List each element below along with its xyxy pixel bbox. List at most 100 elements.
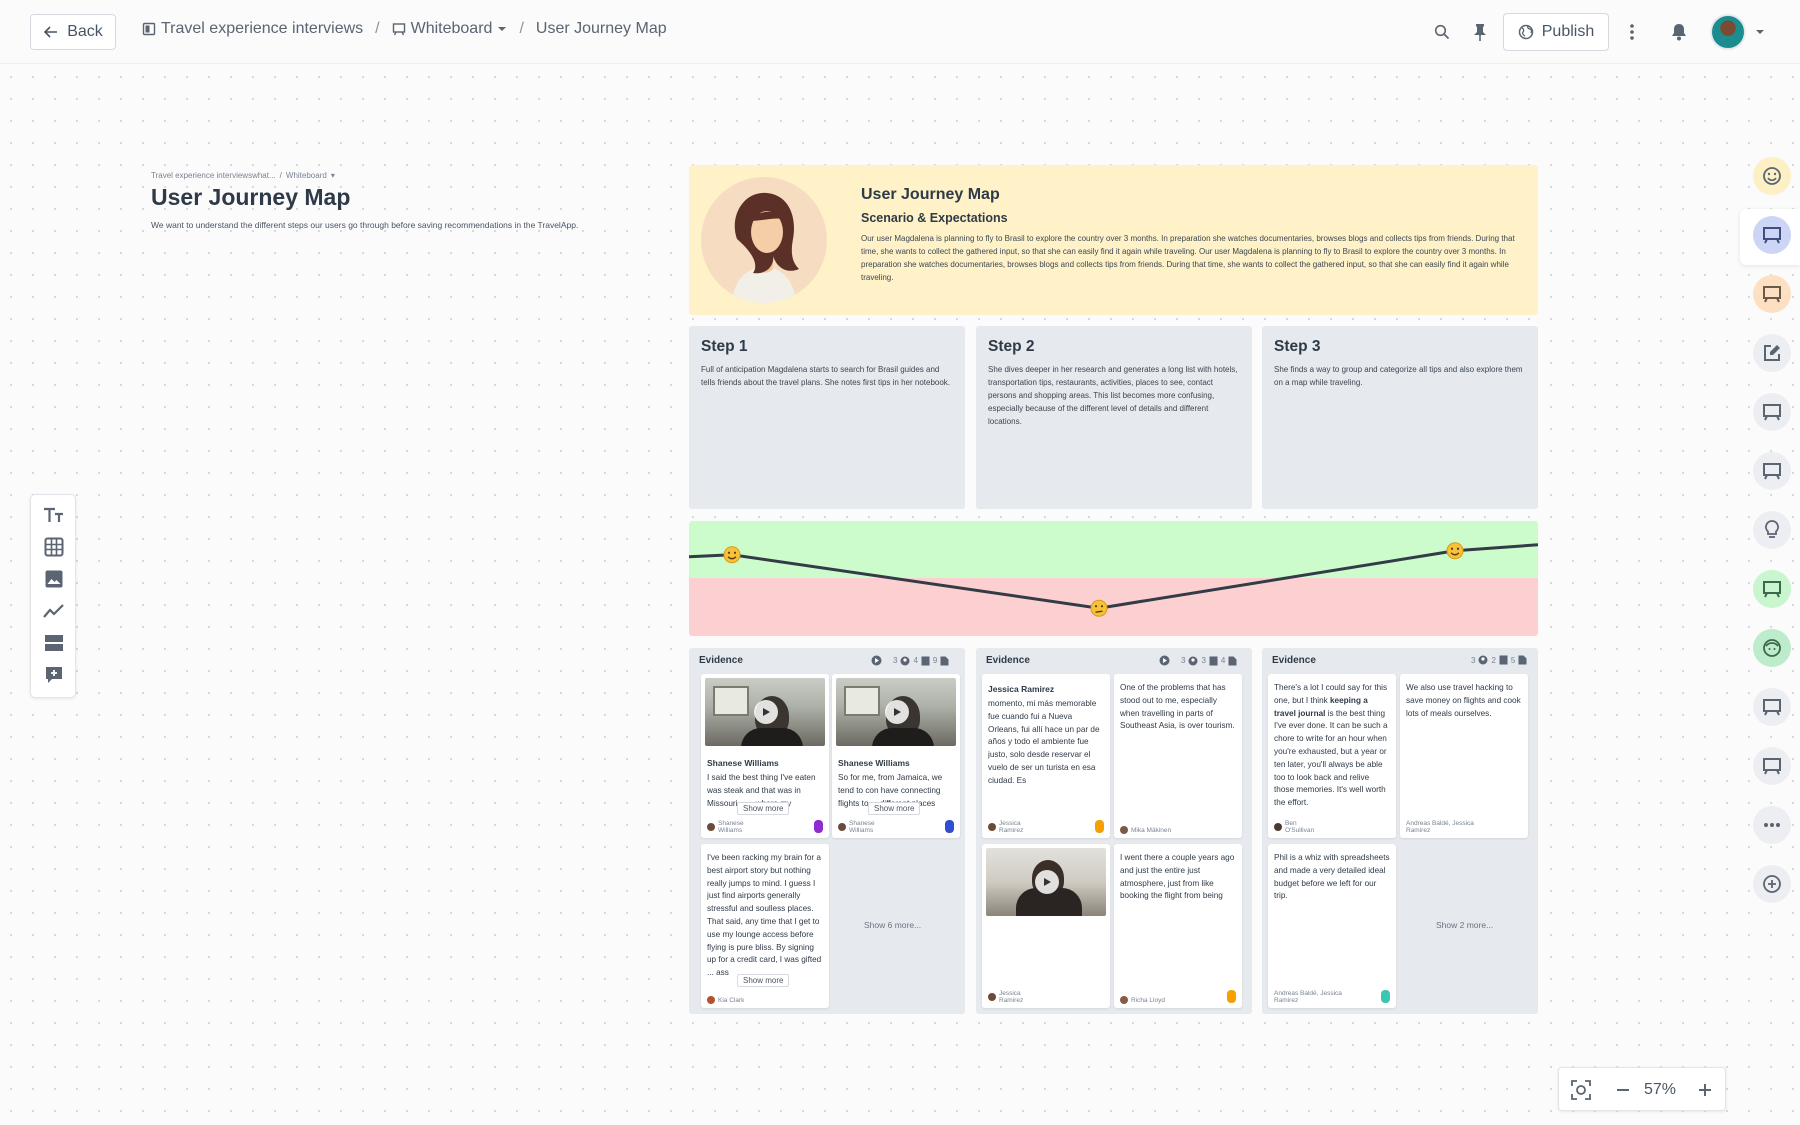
card-footer: Richa Lloyd	[1120, 996, 1165, 1004]
rail-whiteboard-button[interactable]	[1753, 452, 1791, 490]
rail-whiteboard-button[interactable]	[1753, 688, 1791, 726]
canvas-breadcrumb-whiteboard[interactable]: Whiteboard	[286, 171, 327, 180]
emotion-line-chart	[689, 542, 1538, 617]
evidence-card-video[interactable]: Jessica Ramirez	[982, 844, 1110, 1008]
evidence-meta: 3 3 4	[1159, 655, 1237, 666]
card-footer: Kia Clark	[707, 996, 744, 1004]
evidence-card-note[interactable]: I went there a couple years ago and just…	[1114, 844, 1242, 1008]
layout-tool[interactable]	[42, 631, 66, 655]
evidence-title: Evidence	[699, 655, 743, 666]
evidence-card-video[interactable]: Shanese Williams I said the best thing I…	[701, 674, 829, 838]
rail-idea-button[interactable]	[1753, 511, 1791, 549]
emotion-curve[interactable]	[689, 521, 1538, 636]
play-icon[interactable]	[1035, 870, 1059, 894]
document-icon	[1228, 656, 1237, 665]
canvas-breadcrumb-project[interactable]: Travel experience interviewswhat...	[151, 171, 276, 180]
rail-add-button[interactable]	[1753, 865, 1791, 903]
publish-button[interactable]: Publish	[1503, 13, 1609, 51]
evidence-card-note[interactable]: We also use travel hacking to save money…	[1400, 674, 1528, 838]
breadcrumb-whiteboard[interactable]: Whiteboard	[392, 20, 508, 38]
person-icon	[1188, 656, 1198, 665]
fit-to-screen-button[interactable]	[1569, 1078, 1593, 1102]
search-icon	[1434, 24, 1450, 40]
scenario-text: Our user Magdalena is planning to fly to…	[861, 234, 1515, 282]
card-footer: Shanese Williams	[838, 820, 889, 834]
insert-toolbar	[30, 494, 76, 698]
card-author: Shanese Williams	[707, 758, 779, 768]
card-text: I've been racking my brain for a best ai…	[707, 853, 822, 978]
notifications-button[interactable]	[1665, 18, 1693, 46]
image-tool[interactable]	[42, 567, 66, 591]
evidence-title: Evidence	[1272, 655, 1316, 666]
video-thumbnail[interactable]	[836, 678, 956, 746]
play-icon[interactable]	[885, 700, 909, 724]
user-avatar[interactable]	[1710, 14, 1746, 50]
comment-tool[interactable]	[42, 663, 66, 687]
image-icon	[45, 570, 63, 588]
rail-edit-button[interactable]	[1753, 334, 1791, 372]
video-icon	[1159, 655, 1170, 666]
page-title[interactable]: User Journey Map	[151, 184, 350, 211]
video-thumbnail[interactable]	[986, 848, 1106, 916]
text-tool[interactable]	[42, 503, 66, 527]
line-chart-tool[interactable]	[42, 599, 66, 623]
evidence-column-2: Evidence 3 3 4 Jessica Ramirez momento, …	[976, 648, 1252, 1014]
step-card-1[interactable]: Step 1 Full of anticipation Magdalena st…	[689, 326, 965, 509]
rail-whiteboard-button[interactable]	[1753, 747, 1791, 785]
rail-whiteboard-button-active[interactable]	[1753, 216, 1791, 254]
more-options-button[interactable]	[1618, 18, 1646, 46]
search-button[interactable]	[1428, 18, 1456, 46]
evidence-card-note[interactable]: One of the problems that has stood out t…	[1114, 674, 1242, 838]
show-more-link[interactable]: Show 6 more...	[864, 920, 921, 930]
step-text: She finds a way to group and categorize …	[1274, 365, 1523, 387]
breadcrumb-project[interactable]: Travel experience interviews	[142, 20, 363, 38]
rail-whiteboard-button[interactable]	[1753, 393, 1791, 431]
emotion-point-3[interactable]	[1446, 542, 1464, 560]
document-icon	[940, 656, 949, 665]
avatar	[1120, 996, 1128, 1004]
bell-icon	[1672, 24, 1686, 41]
arrow-left-icon	[44, 26, 58, 38]
emotion-point-2[interactable]	[1090, 599, 1108, 617]
note-icon	[921, 656, 930, 665]
step-card-3[interactable]: Step 3 She finds a way to group and cate…	[1262, 326, 1538, 509]
play-icon[interactable]	[754, 700, 778, 724]
evidence-card-note[interactable]: Jessica Ramirez momento, mi más memorabl…	[982, 674, 1110, 838]
page-description[interactable]: We want to understand the different step…	[151, 220, 578, 230]
rail-persona-button[interactable]	[1753, 629, 1791, 667]
video-thumbnail[interactable]	[705, 678, 825, 746]
globe-icon	[1518, 24, 1533, 40]
step-text: Full of anticipation Magdalena starts to…	[701, 365, 951, 387]
rail-more-button[interactable]	[1753, 806, 1791, 844]
table-tool[interactable]	[42, 535, 66, 559]
show-more-button[interactable]: Show more	[868, 802, 921, 815]
pin-button[interactable]	[1466, 18, 1494, 46]
emotion-point-1[interactable]	[723, 546, 741, 564]
account-menu-button[interactable]	[1746, 18, 1774, 46]
chevron-down-icon	[1756, 30, 1764, 34]
rail-whiteboard-button[interactable]	[1753, 275, 1791, 313]
show-more-button[interactable]: Show more	[737, 974, 790, 987]
evidence-card-note[interactable]: Phil is a whiz with spreadsheets and mad…	[1268, 844, 1396, 1008]
zoom-out-button[interactable]	[1611, 1078, 1635, 1102]
show-more-link[interactable]: Show 2 more...	[1436, 920, 1493, 930]
whiteboard-icon	[1763, 227, 1781, 244]
canvas-breadcrumb: Travel experience interviewswhat... / Wh…	[151, 171, 335, 180]
evidence-card-video[interactable]: Shanese Williams So for me, from Jamaica…	[832, 674, 960, 838]
back-button[interactable]: Back	[30, 14, 116, 50]
video-icon	[871, 655, 882, 666]
face-icon	[1763, 639, 1781, 657]
scenario-card[interactable]: User Journey Map Scenario & Expectations…	[689, 165, 1538, 315]
breadcrumb-current: User Journey Map	[535, 20, 667, 37]
rail-emoji-button[interactable]	[1753, 157, 1791, 195]
show-more-button[interactable]: Show more	[737, 802, 790, 815]
step-card-2[interactable]: Step 2 She dives deeper in her research …	[976, 326, 1252, 509]
chevron-down-icon	[498, 27, 507, 31]
zoom-in-button[interactable]	[1693, 1078, 1717, 1102]
evidence-card-note[interactable]: I've been racking my brain for a best ai…	[701, 844, 829, 1008]
evidence-card-note[interactable]: There's a lot I could say for this one, …	[1268, 674, 1396, 838]
rail-whiteboard-button[interactable]	[1753, 570, 1791, 608]
step-title: Step 1	[701, 338, 748, 355]
whiteboard-icon	[1763, 758, 1781, 775]
pin-icon	[1474, 24, 1486, 41]
